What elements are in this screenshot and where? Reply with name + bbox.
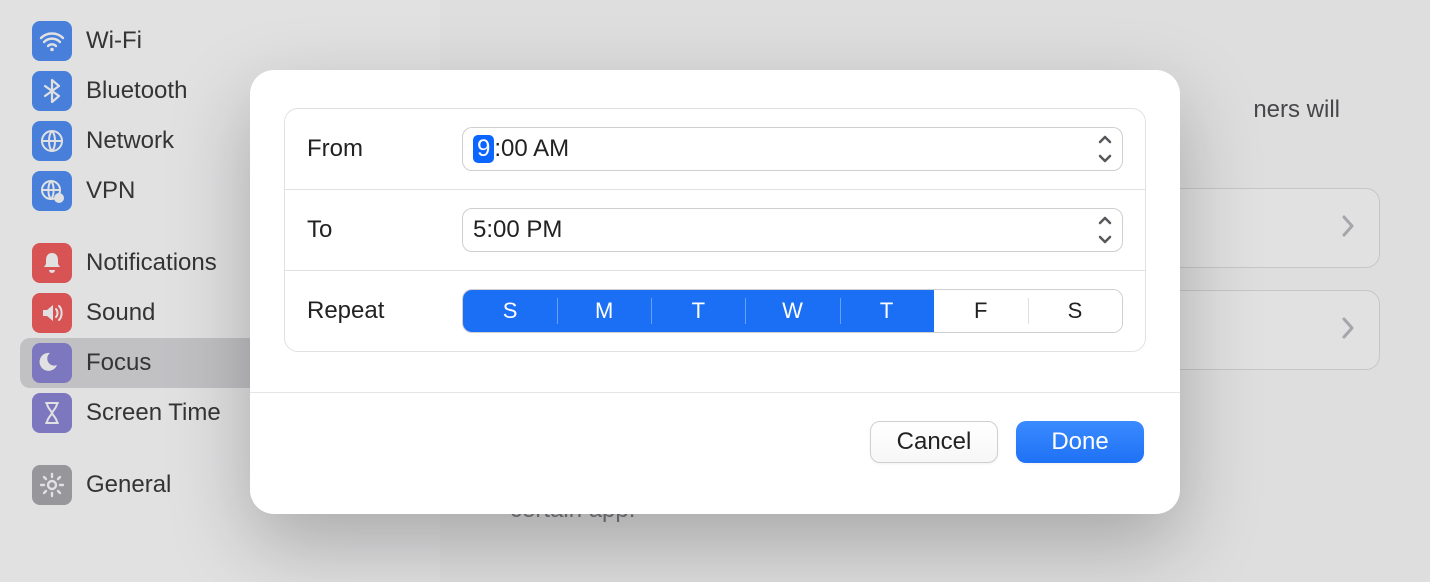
modal-footer: Cancel Done bbox=[250, 393, 1180, 514]
cancel-button[interactable]: Cancel bbox=[870, 421, 998, 463]
day-selector[interactable]: SMTWTFS bbox=[462, 289, 1123, 333]
repeat-label: Repeat bbox=[307, 297, 462, 325]
day-toggle-5[interactable]: F bbox=[934, 290, 1028, 332]
to-time-value: 5:00 PM bbox=[473, 216, 562, 244]
to-label: To bbox=[307, 216, 462, 244]
row-to: To 5:00 PM bbox=[285, 190, 1145, 271]
day-toggle-6[interactable]: S bbox=[1028, 290, 1122, 332]
schedule-dialog: From 9:00 AM To 5:00 PM bbox=[250, 70, 1180, 514]
from-label: From bbox=[307, 135, 462, 163]
row-repeat: Repeat SMTWTFS bbox=[285, 271, 1145, 351]
schedule-card: From 9:00 AM To 5:00 PM bbox=[284, 108, 1146, 352]
to-time-picker[interactable]: 5:00 PM bbox=[462, 208, 1123, 252]
chevron-up-icon bbox=[1098, 215, 1112, 225]
chevron-down-icon bbox=[1098, 154, 1112, 164]
chevron-down-icon bbox=[1098, 235, 1112, 245]
from-time-picker[interactable]: 9:00 AM bbox=[462, 127, 1123, 171]
to-stepper[interactable] bbox=[1094, 215, 1116, 245]
from-hour-selected[interactable]: 9 bbox=[473, 135, 494, 163]
day-toggle-0[interactable]: S bbox=[463, 290, 557, 332]
day-toggle-4[interactable]: T bbox=[840, 290, 934, 332]
row-from: From 9:00 AM bbox=[285, 109, 1145, 190]
from-stepper[interactable] bbox=[1094, 134, 1116, 164]
day-toggle-1[interactable]: M bbox=[557, 290, 651, 332]
chevron-up-icon bbox=[1098, 134, 1112, 144]
day-toggle-3[interactable]: W bbox=[745, 290, 839, 332]
day-toggle-2[interactable]: T bbox=[651, 290, 745, 332]
done-button[interactable]: Done bbox=[1016, 421, 1144, 463]
from-time-rest: :00 AM bbox=[494, 135, 569, 163]
